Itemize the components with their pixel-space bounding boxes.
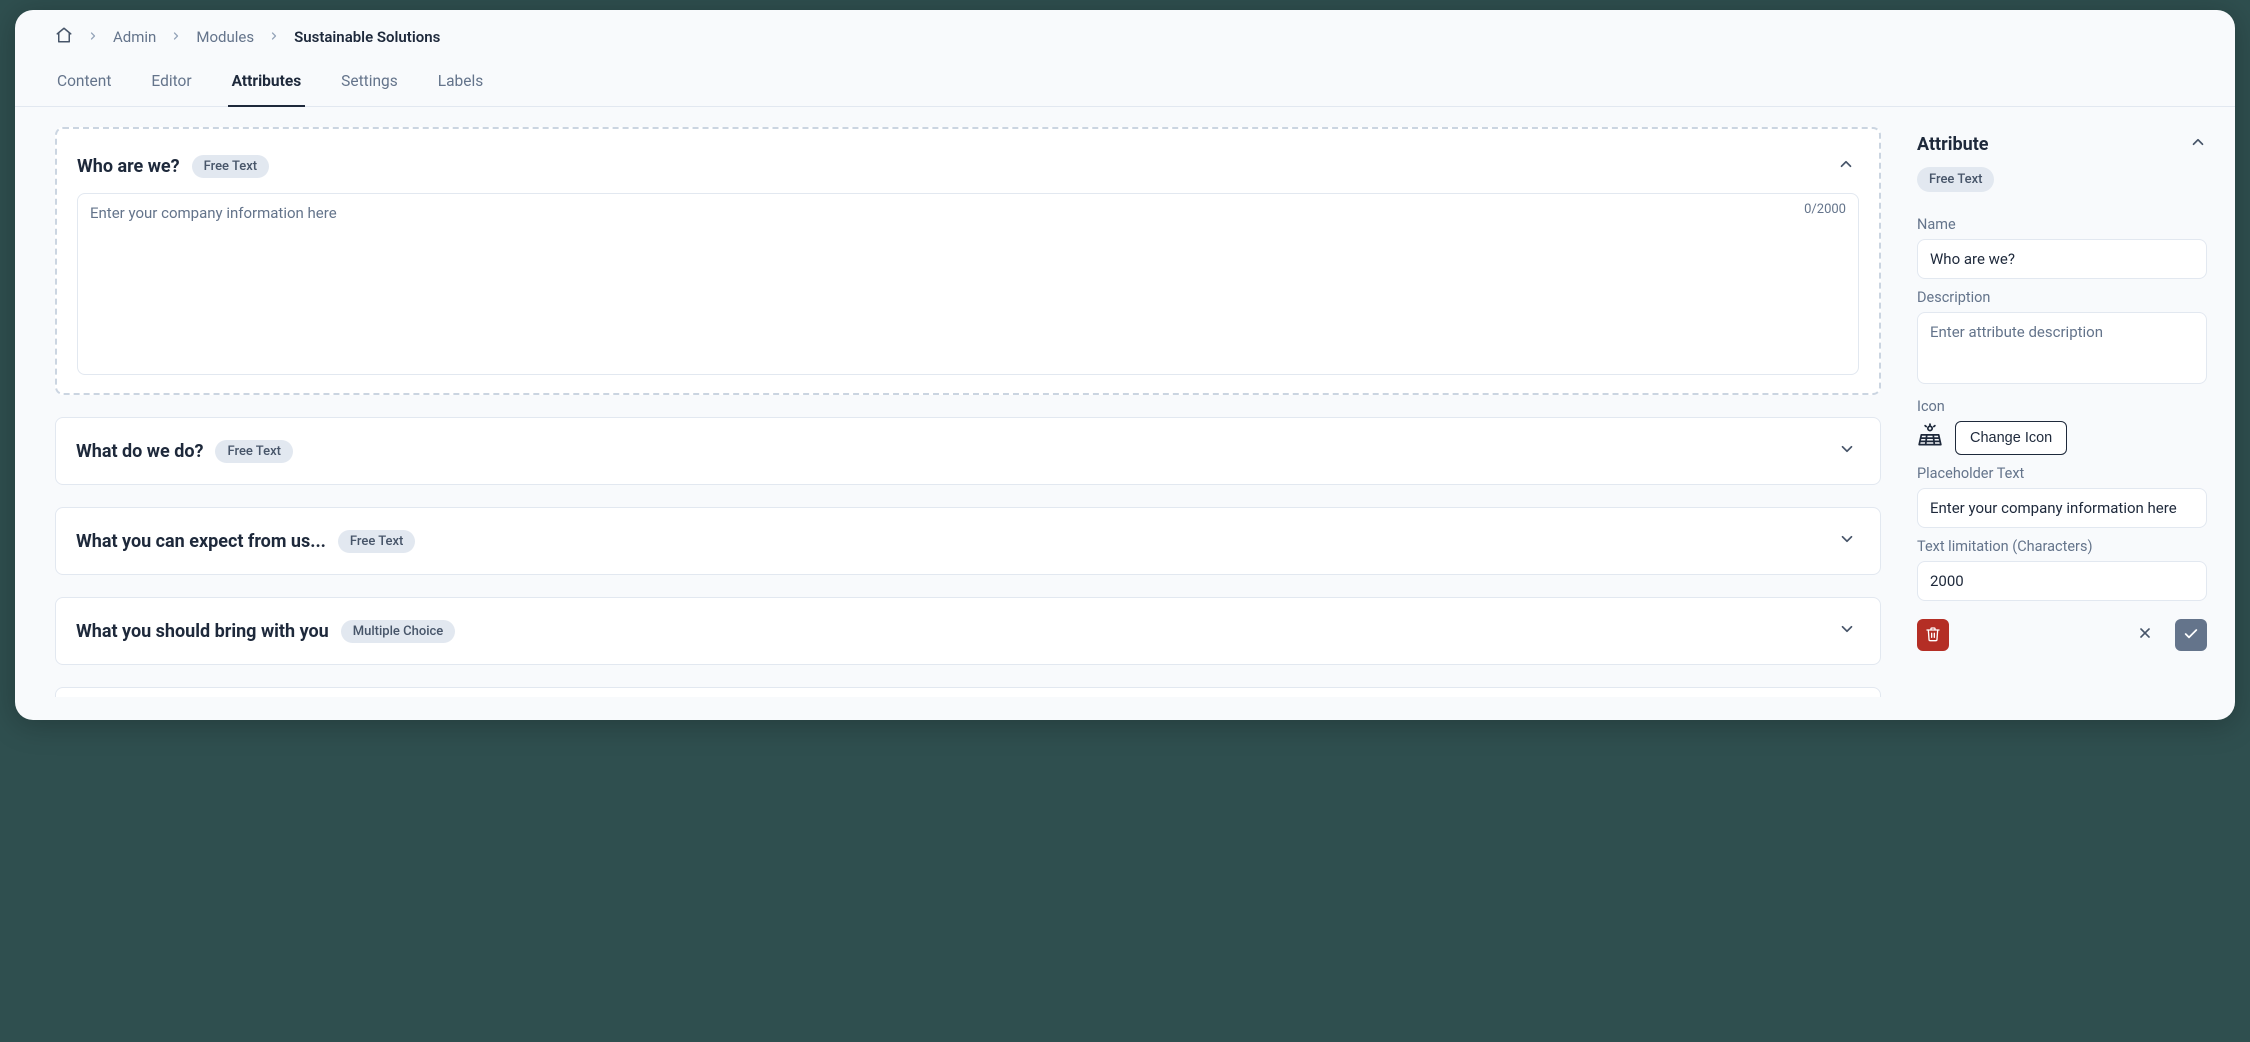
tabs: Content Editor Attributes Settings Label… [15, 58, 2235, 107]
attribute-card-header[interactable]: What do we do? Free Text [56, 418, 1880, 484]
chevron-down-icon[interactable] [1834, 526, 1860, 556]
char-counter: 0/2000 [1804, 202, 1846, 217]
confirm-button[interactable] [2175, 619, 2207, 651]
attribute-textarea-wrap: 0/2000 [77, 193, 1859, 375]
breadcrumb: Admin Modules Sustainable Solutions [15, 10, 2235, 58]
breadcrumb-admin[interactable]: Admin [113, 28, 156, 46]
chevron-right-icon [268, 28, 280, 46]
tab-settings[interactable]: Settings [339, 58, 400, 106]
delete-button[interactable] [1917, 619, 1949, 651]
chevron-right-icon [170, 28, 182, 46]
chevron-down-icon[interactable] [1834, 436, 1860, 466]
home-icon[interactable] [55, 26, 73, 48]
attribute-card[interactable]: Nice to have Multiple Choice [55, 687, 1881, 697]
attribute-card-header[interactable]: What you should bring with you Multiple … [56, 598, 1880, 664]
attribute-title: Who are we? [77, 156, 180, 177]
breadcrumb-modules[interactable]: Modules [196, 28, 254, 46]
change-icon-button[interactable]: Change Icon [1955, 421, 2067, 455]
attribute-type-badge: Free Text [338, 530, 415, 553]
attributes-list: Who are we? Free Text 0/2000 What do we … [55, 127, 1885, 697]
trash-icon [1925, 626, 1941, 645]
attribute-card[interactable]: What do we do? Free Text [55, 417, 1881, 485]
attribute-detail-panel: Attribute Free Text Name Description Ico… [1917, 127, 2207, 697]
attribute-type-badge: Multiple Choice [341, 620, 456, 643]
attribute-card[interactable]: What you should bring with you Multiple … [55, 597, 1881, 665]
tab-content[interactable]: Content [55, 58, 113, 106]
description-input[interactable] [1917, 312, 2207, 384]
placeholder-input[interactable] [1917, 488, 2207, 528]
name-label: Name [1917, 216, 2207, 233]
chevron-up-icon[interactable] [1833, 151, 1859, 181]
check-icon [2183, 626, 2199, 645]
attribute-title: What do we do? [76, 441, 203, 462]
icon-label: Icon [1917, 398, 2207, 415]
tab-editor[interactable]: Editor [149, 58, 193, 106]
attribute-card[interactable]: What you can expect from us... Free Text [55, 507, 1881, 575]
attribute-type-badge: Free Text [192, 155, 269, 178]
placeholder-label: Placeholder Text [1917, 465, 2207, 482]
breadcrumb-current: Sustainable Solutions [294, 28, 440, 46]
chevron-up-icon[interactable] [2189, 133, 2207, 155]
solar-panel-icon [1917, 423, 1943, 453]
app-window: Admin Modules Sustainable Solutions Cont… [15, 10, 2235, 720]
chevron-right-icon [87, 28, 99, 46]
attribute-textarea[interactable] [90, 204, 1846, 354]
text-limit-label: Text limitation (Characters) [1917, 538, 2207, 555]
attribute-title: What you should bring with you [76, 621, 329, 642]
attribute-card-header[interactable]: Nice to have Multiple Choice [56, 688, 1880, 697]
cancel-button[interactable] [2129, 619, 2161, 651]
tab-labels[interactable]: Labels [436, 58, 485, 106]
attribute-type-badge: Free Text [215, 440, 292, 463]
tab-attributes[interactable]: Attributes [230, 58, 304, 106]
chevron-down-icon[interactable] [1834, 616, 1860, 646]
attribute-card-header[interactable]: What you can expect from us... Free Text [56, 508, 1880, 574]
name-input[interactable] [1917, 239, 2207, 279]
panel-type-badge: Free Text [1917, 167, 1994, 192]
text-limit-input[interactable] [1917, 561, 2207, 601]
attribute-card-header[interactable]: Who are we? Free Text [57, 129, 1879, 193]
panel-title: Attribute [1917, 134, 1989, 155]
description-label: Description [1917, 289, 2207, 306]
attribute-card[interactable]: Who are we? Free Text 0/2000 [55, 127, 1881, 395]
close-icon [2137, 625, 2153, 646]
attribute-title: What you can expect from us... [76, 531, 326, 552]
